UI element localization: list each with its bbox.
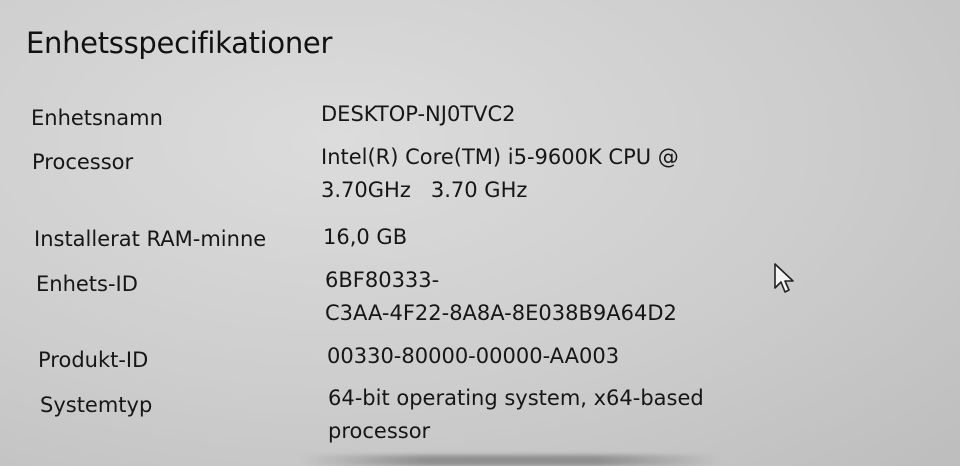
page-title: Enhetsspecifikationer: [26, 26, 333, 60]
spec-label-ram: Installerat RAM-minne: [34, 227, 267, 251]
spec-value-ram[interactable]: 16,0 GB: [323, 221, 407, 254]
spec-value-line: 16,0 GB: [323, 225, 408, 249]
spec-label-product-id: Produkt-ID: [38, 348, 149, 372]
spec-value-product-id[interactable]: 00330-80000-00000-AA003: [327, 340, 619, 373]
spec-value-device-name[interactable]: DESKTOP-NJ0TVC2: [321, 98, 516, 131]
spec-label-device-id: Enhets-ID: [36, 272, 138, 296]
mouse-pointer-icon: [774, 263, 794, 293]
spec-value-line: processor: [328, 419, 431, 443]
spec-value-line: 6BF80333-: [325, 268, 440, 292]
spec-value-line: C3AA-4F22-8A8A-8E038B9A64D2: [325, 301, 677, 325]
spec-value-line: 00330-80000-00000-AA003: [327, 344, 620, 368]
spec-value-system-type[interactable]: 64-bit operating system, x64-based proce…: [328, 382, 704, 448]
spec-value-line: 3.70GHz 3.70 GHz: [321, 178, 528, 202]
spec-value-line: Intel(R) Core(TM) i5-9600K CPU @: [321, 145, 679, 169]
spec-label-device-name: Enhetsnamn: [31, 106, 163, 130]
spec-value-processor[interactable]: Intel(R) Core(TM) i5-9600K CPU @ 3.70GHz…: [321, 141, 679, 207]
spec-value-line: 64-bit operating system, x64-based: [328, 386, 704, 410]
cut-off-text-row: [300, 455, 720, 466]
spec-value-line: DESKTOP-NJ0TVC2: [321, 102, 516, 126]
spec-label-system-type: Systemtyp: [40, 393, 153, 417]
spec-value-device-id[interactable]: 6BF80333- C3AA-4F22-8A8A-8E038B9A64D2: [325, 264, 677, 330]
spec-label-processor: Processor: [32, 150, 134, 174]
